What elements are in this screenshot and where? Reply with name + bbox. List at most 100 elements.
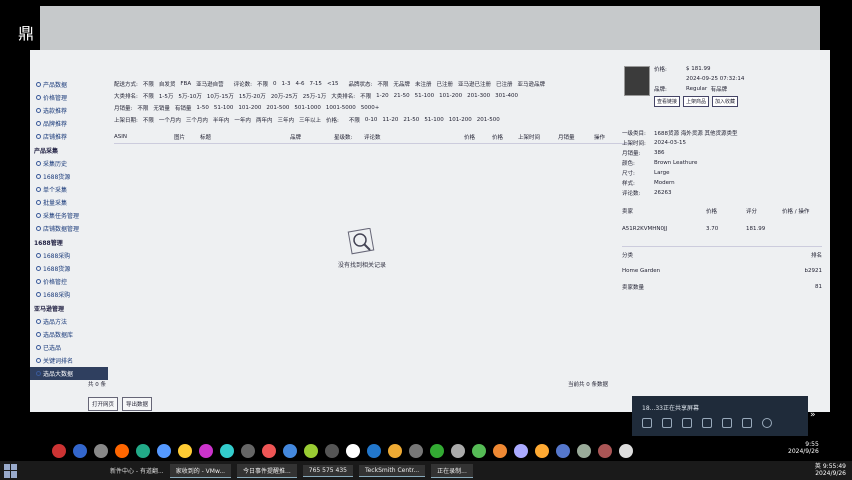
dock-app-icon[interactable]	[535, 444, 549, 458]
close-icon[interactable]	[762, 418, 772, 428]
column-header[interactable]: 品牌	[290, 133, 334, 141]
filter-option[interactable]: 不限	[143, 80, 154, 88]
dock-app-icon[interactable]	[493, 444, 507, 458]
filter-option[interactable]: 10万-15万	[207, 92, 234, 100]
dock-app-icon[interactable]	[52, 444, 66, 458]
filter-option[interactable]: 5000+	[361, 105, 380, 111]
filter-option[interactable]: 51-100	[424, 117, 443, 123]
filter-option[interactable]: 1-20	[376, 93, 388, 99]
sidebar-item[interactable]: 产品数据	[30, 78, 108, 91]
filter-option[interactable]: 1-50	[196, 105, 208, 111]
column-header[interactable]: 图片	[174, 133, 200, 141]
chat-icon[interactable]	[642, 418, 652, 428]
filter-option[interactable]: 4-6	[295, 81, 304, 87]
filter-option[interactable]: 101-200	[449, 117, 472, 123]
dock-app-icon[interactable]	[388, 444, 402, 458]
dock-app-icon[interactable]	[514, 444, 528, 458]
taskbar-item-news[interactable]: 新件中心 - 有道翻...	[110, 466, 164, 475]
sidebar-group-collect[interactable]: 产品采集	[30, 143, 108, 157]
dock-app-icon[interactable]	[283, 444, 297, 458]
filter-option[interactable]: 101-200	[439, 93, 462, 99]
column-header[interactable]: ASIN	[114, 134, 174, 140]
text-icon[interactable]	[702, 418, 712, 428]
screen-icon[interactable]	[682, 418, 692, 428]
dock-app-icon[interactable]	[598, 444, 612, 458]
sidebar-item[interactable]: 选款推荐	[30, 104, 108, 117]
dock-app-icon[interactable]	[325, 444, 339, 458]
filter-option[interactable]: 有销量	[175, 104, 192, 112]
dock-app-icon[interactable]	[367, 444, 381, 458]
collapse-chevron-icon[interactable]: »	[810, 410, 826, 426]
filter-option[interactable]: 1001-5000	[326, 105, 356, 111]
dock-app-icon[interactable]	[409, 444, 423, 458]
filter-option[interactable]: 不限	[143, 116, 154, 124]
dock-app-icon[interactable]	[451, 444, 465, 458]
dock-app-icon[interactable]	[157, 444, 171, 458]
filter-option[interactable]: 201-500	[266, 105, 289, 111]
column-header[interactable]: 标题	[200, 133, 290, 141]
view-link-button[interactable]: 查看链接	[654, 96, 681, 107]
taskbar-item-recording[interactable]: 正在录制...	[431, 463, 473, 478]
column-header[interactable]: 月销量	[558, 133, 594, 141]
dock-app-icon[interactable]	[136, 444, 150, 458]
sidebar-group-amazon[interactable]: 亚马逊管理	[30, 301, 108, 315]
sidebar-item[interactable]: 1688采购	[30, 249, 108, 262]
dock-app-icon[interactable]	[178, 444, 192, 458]
filter-option[interactable]: 未注册	[415, 80, 432, 88]
filter-option[interactable]: 不限	[360, 92, 371, 100]
filter-option[interactable]: 亚马逊自营	[196, 80, 224, 88]
filter-option[interactable]: 无品牌	[393, 80, 410, 88]
add-favorite-button[interactable]: 加入收藏	[712, 96, 739, 107]
sidebar-item[interactable]: 店铺数据管理	[30, 222, 108, 235]
filter-option[interactable]: 7-15	[309, 81, 321, 87]
sidebar-item[interactable]: 选品大数据	[30, 367, 108, 380]
filter-option[interactable]: 亚马逊已注册	[458, 80, 491, 88]
filter-option[interactable]: 15万-20万	[239, 92, 266, 100]
sidebar-item[interactable]: 1688货源	[30, 170, 108, 183]
filter-option[interactable]: <15	[327, 81, 339, 87]
column-header[interactable]: 上架时间	[518, 133, 558, 141]
taskbar-item-reminder[interactable]: 今日事件提醒推...	[237, 463, 297, 478]
filter-option[interactable]: 51-100	[214, 105, 233, 111]
sidebar-item[interactable]: 批量采集	[30, 196, 108, 209]
dock-app-icon[interactable]	[304, 444, 318, 458]
filter-option[interactable]: 不限	[137, 104, 148, 112]
sidebar-item[interactable]: 品牌推荐	[30, 117, 108, 130]
taskbar-item-vm[interactable]: 家收到的 - VMw...	[169, 463, 232, 478]
filter-option[interactable]: 已注册	[436, 80, 453, 88]
sidebar-item[interactable]: 选品方法	[30, 315, 108, 328]
filter-option[interactable]: 不限	[143, 92, 154, 100]
list-product-button[interactable]: 上架商品	[683, 96, 710, 107]
dock-app-icon[interactable]	[220, 444, 234, 458]
dock-app-icon[interactable]	[115, 444, 129, 458]
filter-option[interactable]: 三个月内	[186, 116, 208, 124]
sidebar-item[interactable]: 1688采购	[30, 288, 108, 301]
taskbar-item-techsmith[interactable]: TeckSmith Centr...	[358, 464, 426, 477]
mic-icon[interactable]	[662, 418, 672, 428]
taskbar-item-meeting[interactable]: 765 575 435	[302, 464, 353, 477]
filter-option[interactable]: FBA	[180, 81, 191, 87]
sidebar-item[interactable]: 采集历史	[30, 157, 108, 170]
filter-option[interactable]: 自发货	[159, 80, 176, 88]
filter-option[interactable]: 1-5万	[159, 92, 173, 100]
filter-option[interactable]: 一个月内	[159, 116, 181, 124]
sidebar-item[interactable]: 店铺推荐	[30, 130, 108, 143]
export-button[interactable]: 导出数据	[122, 397, 153, 411]
filter-option[interactable]: 20万-25万	[271, 92, 298, 100]
filter-option[interactable]: 0-10	[365, 117, 377, 123]
sidebar-item[interactable]: 选品数据库	[30, 328, 108, 341]
copy-icon[interactable]	[742, 418, 752, 428]
sidebar-item[interactable]: 价格管控	[30, 275, 108, 288]
filter-option[interactable]: 无销量	[153, 104, 170, 112]
column-header[interactable]: 价格	[492, 133, 518, 141]
dock-app-icon[interactable]	[577, 444, 591, 458]
column-header[interactable]: 星级数:	[334, 133, 364, 141]
dock-app-icon[interactable]	[472, 444, 486, 458]
sidebar-item[interactable]: 单个采集	[30, 183, 108, 196]
filter-option[interactable]: 1-3	[281, 81, 290, 87]
filter-option[interactable]: 101-200	[238, 105, 261, 111]
sidebar-item[interactable]: 已选品	[30, 341, 108, 354]
filter-option[interactable]: 两年内	[256, 116, 273, 124]
dock-app-icon[interactable]	[262, 444, 276, 458]
filter-option[interactable]: 不限	[349, 116, 360, 124]
